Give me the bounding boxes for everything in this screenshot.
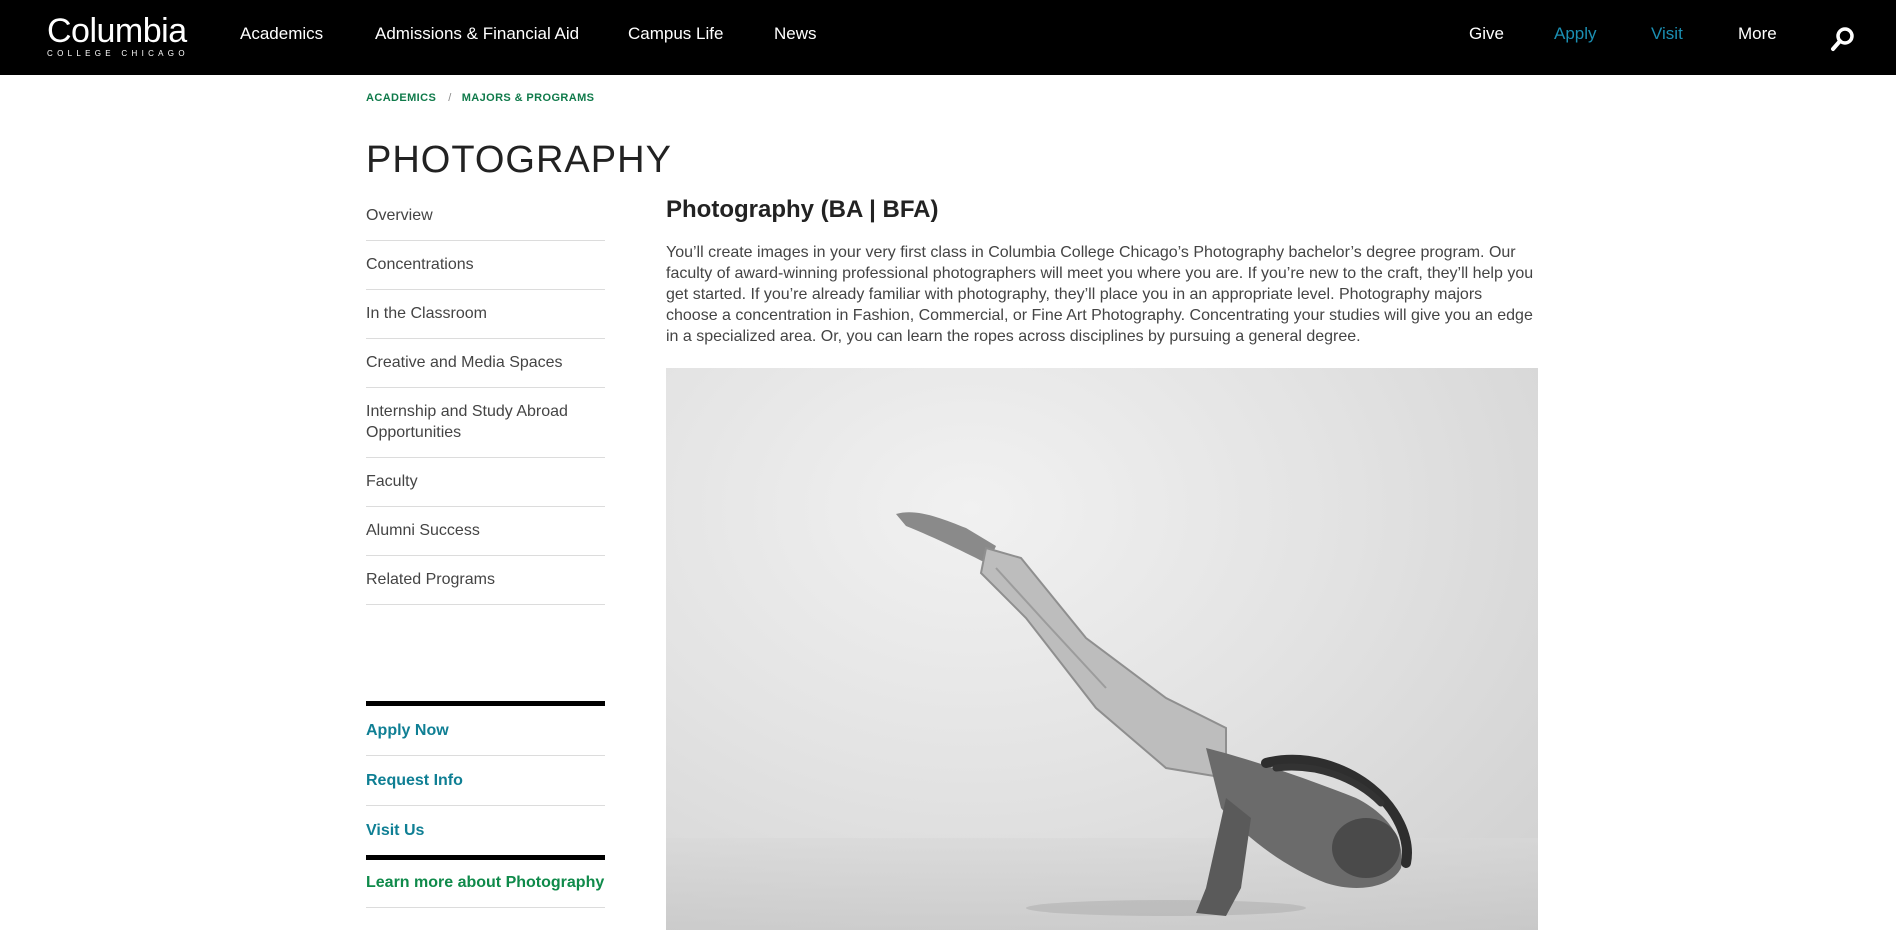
nav-news[interactable]: News	[774, 24, 817, 44]
nav-apply[interactable]: Apply	[1554, 24, 1597, 44]
sidenav-item-concentrations[interactable]: Concentrations	[366, 241, 605, 290]
learn-more-link[interactable]: Learn more about Photography	[366, 860, 605, 908]
nav-admissions-financial-aid[interactable]: Admissions & Financial Aid	[375, 24, 579, 44]
breadcrumb-separator: /	[448, 92, 452, 104]
program-heading: Photography (BA | BFA)	[666, 196, 939, 223]
breadcrumb-academics[interactable]: ACADEMICS	[366, 92, 436, 104]
apply-now-link[interactable]: Apply Now	[366, 706, 605, 756]
nav-more[interactable]: More	[1738, 24, 1777, 44]
visit-us-link[interactable]: Visit Us	[366, 806, 605, 855]
logo-wordmark: Columbia	[47, 12, 187, 50]
nav-academics[interactable]: Academics	[240, 24, 323, 44]
learn-more-box: Learn more about Photography	[366, 855, 605, 908]
logo-subtitle: COLLEGE CHICAGO	[47, 49, 189, 58]
sidenav-item-internship-study-abroad[interactable]: Internship and Study Abroad Opportunitie…	[366, 388, 605, 458]
request-info-link[interactable]: Request Info	[366, 756, 605, 806]
sidenav-item-overview[interactable]: Overview	[366, 192, 605, 241]
cta-links: Apply Now Request Info Visit Us	[366, 701, 605, 855]
sidenav-item-faculty[interactable]: Faculty	[366, 458, 605, 507]
main-content: Photography (BA | BFA) You’ll create ima…	[666, 190, 1538, 347]
nav-give[interactable]: Give	[1469, 24, 1504, 44]
program-intro: You’ll create images in your very first …	[666, 244, 1534, 345]
breadcrumb-majors-programs[interactable]: MAJORS & PROGRAMS	[462, 92, 595, 104]
program-hero-photo	[666, 368, 1538, 930]
sidenav-item-alumni-success[interactable]: Alumni Success	[366, 507, 605, 556]
search-icon[interactable]	[1830, 26, 1856, 52]
global-header: Columbia COLLEGE CHICAGO Academics Admis…	[0, 0, 1896, 75]
nav-campus-life[interactable]: Campus Life	[628, 24, 723, 44]
nav-visit[interactable]: Visit	[1651, 24, 1683, 44]
cta-panel: Apply Now Request Info Visit Us Learn mo…	[366, 701, 605, 908]
section-nav: Overview Concentrations In the Classroom…	[366, 192, 605, 605]
sidenav-item-related-programs[interactable]: Related Programs	[366, 556, 605, 605]
sidenav-item-in-the-classroom[interactable]: In the Classroom	[366, 290, 605, 339]
columbia-logo[interactable]: Columbia COLLEGE CHICAGO	[47, 14, 189, 59]
dancer-image	[666, 512, 1538, 930]
sidenav-item-creative-media-spaces[interactable]: Creative and Media Spaces	[366, 339, 605, 388]
breadcrumb: ACADEMICS / MAJORS & PROGRAMS	[366, 92, 594, 104]
page-title: PHOTOGRAPHY	[366, 139, 672, 181]
